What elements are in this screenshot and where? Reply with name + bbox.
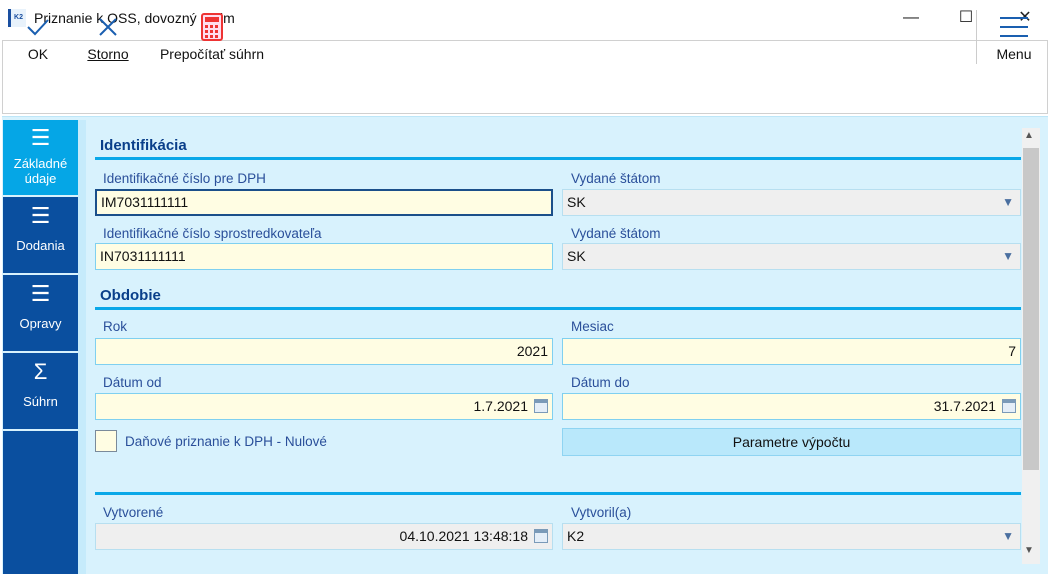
menu-icon: ☰: [30, 281, 51, 306]
calendar-icon[interactable]: [534, 398, 548, 413]
chevron-down-icon[interactable]: ▼: [1002, 190, 1014, 215]
date-to-input[interactable]: 31.7.2021: [562, 393, 1021, 420]
calendar-icon: [534, 528, 548, 543]
vat-id-input[interactable]: IM7031111111: [95, 189, 553, 216]
calendar-icon[interactable]: [1002, 398, 1016, 413]
section-divider: [95, 157, 1021, 160]
menu-button[interactable]: Menu: [990, 12, 1038, 62]
intermediary-input[interactable]: IN7031111111: [95, 243, 553, 270]
chevron-down-icon[interactable]: ▼: [1002, 244, 1014, 269]
storno-button[interactable]: Storno: [80, 12, 136, 62]
year-input[interactable]: 2021: [95, 338, 553, 365]
state2-label: Vydané štátom: [571, 226, 661, 241]
hamburger-icon: [990, 12, 1038, 42]
sidebar-item-label: Základné údaje: [13, 156, 68, 186]
state1-label: Vydané štátom: [571, 171, 661, 186]
scroll-up-icon[interactable]: ▲: [1024, 130, 1034, 141]
month-label: Mesiac: [571, 319, 614, 334]
toolbar-divider: [976, 10, 977, 64]
x-icon: [80, 12, 136, 42]
created-input: 04.10.2021 13:48:18: [95, 523, 553, 550]
date-to-value: 31.7.2021: [933, 398, 996, 414]
date-from-value: 1.7.2021: [473, 398, 529, 414]
ok-button[interactable]: OK: [20, 12, 56, 62]
section-obdobie: Obdobie: [100, 287, 161, 304]
menu-icon: ☰: [30, 203, 51, 228]
menu-label: Menu: [996, 46, 1032, 62]
sidebar-item-label: Dodania: [16, 238, 65, 253]
sidebar-item-dodania[interactable]: ☰ Dodania: [3, 198, 78, 275]
list-icon: ☰: [30, 125, 51, 150]
state2-select[interactable]: SK ▼: [562, 243, 1021, 270]
check-icon: [20, 12, 56, 42]
state1-value: SK: [567, 194, 586, 210]
sidebar-item-label: Súhrn: [23, 394, 58, 409]
recalculate-label: Prepočítať súhrn: [159, 46, 265, 62]
sidebar-item-suhrn[interactable]: Σ Súhrn: [3, 354, 78, 431]
state1-select[interactable]: SK ▼: [562, 189, 1021, 216]
year-label: Rok: [103, 319, 128, 334]
scroll-down-icon[interactable]: ▼: [1024, 545, 1034, 556]
created-value: 04.10.2021 13:48:18: [399, 528, 528, 544]
calculation-parameters-button[interactable]: Parametre výpočtu: [562, 428, 1021, 456]
sidebar-item-opravy[interactable]: ☰ Opravy: [3, 276, 78, 353]
state2-value: SK: [567, 248, 586, 264]
sidebar-edge: [78, 120, 86, 574]
sigma-icon: Σ: [33, 359, 48, 384]
section-identifikacia: Identifikácia: [100, 137, 187, 154]
section-divider: [95, 492, 1021, 495]
calculator-icon: [152, 12, 272, 42]
minimize-button[interactable]: —: [888, 4, 934, 32]
date-to-label: Dátum do: [571, 375, 630, 390]
author-value: K2: [567, 528, 585, 544]
month-input[interactable]: 7: [562, 338, 1021, 365]
storno-label: Storno: [87, 46, 129, 62]
author-select[interactable]: K2 ▼: [562, 523, 1021, 550]
ok-label: OK: [27, 46, 49, 62]
created-label: Vytvorené: [103, 505, 164, 520]
sidebar-item-zakladne-udaje[interactable]: ☰ Základné údaje: [3, 120, 78, 197]
intermediary-label: Identifikačné číslo sprostredkovateľa: [103, 226, 322, 241]
scrollbar-thumb[interactable]: [1023, 148, 1039, 470]
vat-id-label: Identifikačné číslo pre DPH: [103, 171, 266, 186]
date-from-input[interactable]: 1.7.2021: [95, 393, 553, 420]
maximize-button[interactable]: ☐: [943, 4, 989, 32]
chevron-down-icon[interactable]: ▼: [1002, 524, 1014, 549]
zero-return-label: Daňové priznanie k DPH - Nulové: [125, 434, 327, 449]
recalculate-button[interactable]: Prepočítať súhrn: [152, 12, 272, 62]
date-from-label: Dátum od: [103, 375, 162, 390]
section-divider: [95, 307, 1021, 310]
author-label: Vytvoril(a): [571, 505, 632, 520]
sidebar-item-label: Opravy: [19, 316, 62, 331]
zero-return-checkbox[interactable]: [95, 430, 117, 452]
